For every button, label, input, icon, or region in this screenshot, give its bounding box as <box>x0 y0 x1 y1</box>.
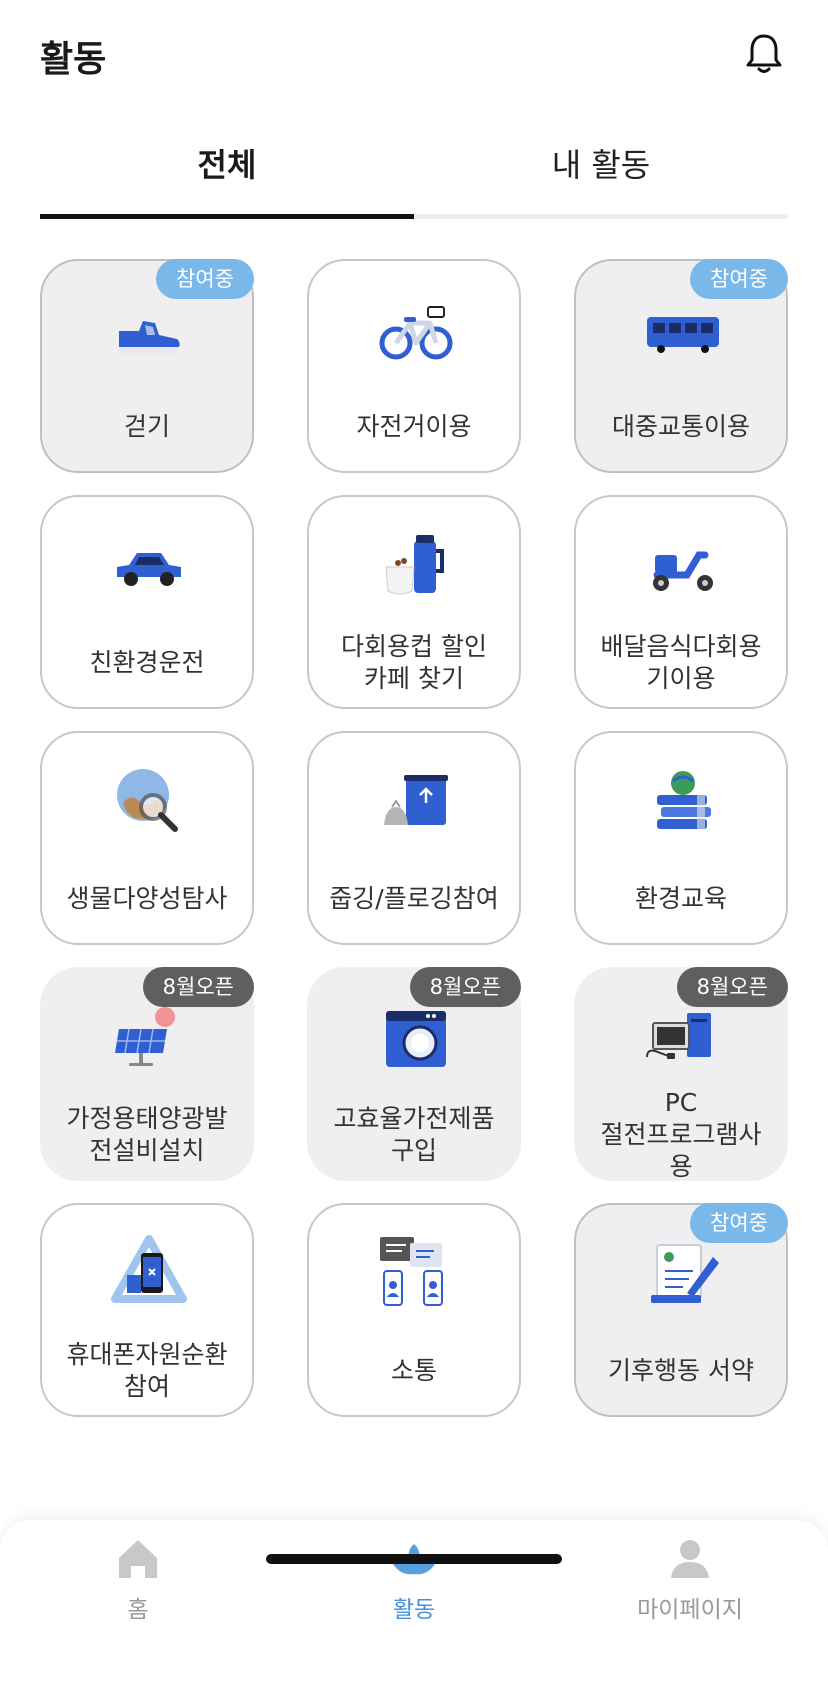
activity-card-solar-panel[interactable]: 가정용태양광발 전설비설치 8월오픈 <box>40 967 254 1181</box>
joined-badge: 참여중 <box>690 1203 788 1243</box>
activity-label: 자전거이용 <box>356 412 472 441</box>
opening-soon-badge: 8월오픈 <box>676 967 788 1007</box>
globe-magnifier-icon <box>117 769 178 832</box>
nav-activity-label: 활동 <box>392 1597 436 1623</box>
books-globe-icon <box>657 771 711 829</box>
activity-card-communication[interactable]: 소통 <box>307 1203 521 1417</box>
activity-label: PC 절전프로그램사 용 <box>600 1088 762 1181</box>
joined-badge: 참여중 <box>156 259 254 299</box>
bus-icon <box>647 317 719 353</box>
car-icon <box>117 553 181 586</box>
bottom-navigation: 홈 활동 마이페이지 <box>0 1520 828 1691</box>
activity-label: 기후행동 서약 <box>608 1356 754 1385</box>
recycle-bin-icon <box>384 775 448 825</box>
app-header: 활동 <box>0 0 828 110</box>
activity-card-environment-education[interactable]: 환경교육 <box>574 731 788 945</box>
opening-soon-badge: 8월오픈 <box>142 967 254 1007</box>
nav-mypage[interactable]: 마이페이지 <box>620 1536 760 1626</box>
activity-label: 생물다양성탐사 <box>66 884 228 913</box>
tab-my-activity[interactable]: 내 활동 <box>414 130 788 216</box>
desktop-pc-icon <box>646 1013 711 1059</box>
activity-card-climate-pledge[interactable]: 기후행동 서약 참여중 <box>574 1203 788 1417</box>
activity-label: 대중교통이용 <box>611 412 750 441</box>
activity-label: 걷기 <box>123 412 170 441</box>
tab-bar: 전체 내 활동 <box>40 130 788 220</box>
washing-machine-icon <box>386 1011 446 1067</box>
nav-home[interactable]: 홈 <box>68 1536 208 1626</box>
activity-card-eco-driving[interactable]: 친환경운전 <box>40 495 254 709</box>
activity-label: 소통 <box>390 1356 437 1385</box>
tumbler-icon <box>385 535 444 595</box>
tab-all[interactable]: 전체 <box>40 130 414 216</box>
nav-home-label: 홈 <box>127 1597 149 1623</box>
activity-card-walking[interactable]: 걷기 참여중 <box>40 259 254 473</box>
home-icon <box>119 1540 157 1578</box>
page-title: 활동 <box>40 39 107 80</box>
tab-active-indicator <box>40 214 414 219</box>
activity-label: 배달음식다회용 기이용 <box>600 632 762 693</box>
activity-card-efficient-appliance[interactable]: 고효율가전제품 구입 8월오픈 <box>307 967 521 1181</box>
activity-label: 다회용컵 할인 카페 찾기 <box>341 632 487 693</box>
activity-card-reusable-cup[interactable]: 다회용컵 할인 카페 찾기 <box>307 495 521 709</box>
bell-icon[interactable] <box>740 30 788 78</box>
activity-card-pc-power-saving[interactable]: PC 절전프로그램사 용 8월오픈 <box>574 967 788 1181</box>
chat-icon <box>380 1237 443 1306</box>
person-icon <box>671 1540 709 1578</box>
home-indicator-bar <box>266 1554 562 1564</box>
activity-card-biodiversity[interactable]: 생물다양성탐사 <box>40 731 254 945</box>
opening-soon-badge: 8월오픈 <box>409 967 521 1007</box>
activity-label: 고효율가전제품 구입 <box>333 1104 495 1165</box>
sneaker-icon <box>119 321 180 353</box>
activity-card-phone-recycling[interactable]: 휴대폰자원순환 참여 <box>40 1203 254 1417</box>
activity-card-public-transport[interactable]: 대중교통이용 참여중 <box>574 259 788 473</box>
activity-label: 가정용태양광발 전설비설치 <box>66 1104 228 1165</box>
nav-mypage-label: 마이페이지 <box>637 1597 743 1623</box>
scooter-icon <box>653 551 713 591</box>
activity-label: 친환경운전 <box>89 648 205 677</box>
nav-activity[interactable]: 활동 <box>344 1536 484 1626</box>
pledge-document-icon <box>651 1244 719 1303</box>
bicycle-icon <box>379 306 453 360</box>
activity-label: 휴대폰자원순환 참여 <box>66 1340 228 1401</box>
activity-card-delivery-reusable[interactable]: 배달음식다회용 기이용 <box>574 495 788 709</box>
activity-card-bicycle[interactable]: 자전거이용 <box>307 259 521 473</box>
joined-badge: 참여중 <box>690 259 788 299</box>
activity-label: 줍깅/플로깅참여 <box>329 884 499 913</box>
phone-recycle-icon <box>111 1235 187 1303</box>
solar-panel-icon <box>115 1007 175 1066</box>
activity-card-plogging[interactable]: 줍깅/플로깅참여 <box>307 731 521 945</box>
activity-label: 환경교육 <box>634 884 727 913</box>
